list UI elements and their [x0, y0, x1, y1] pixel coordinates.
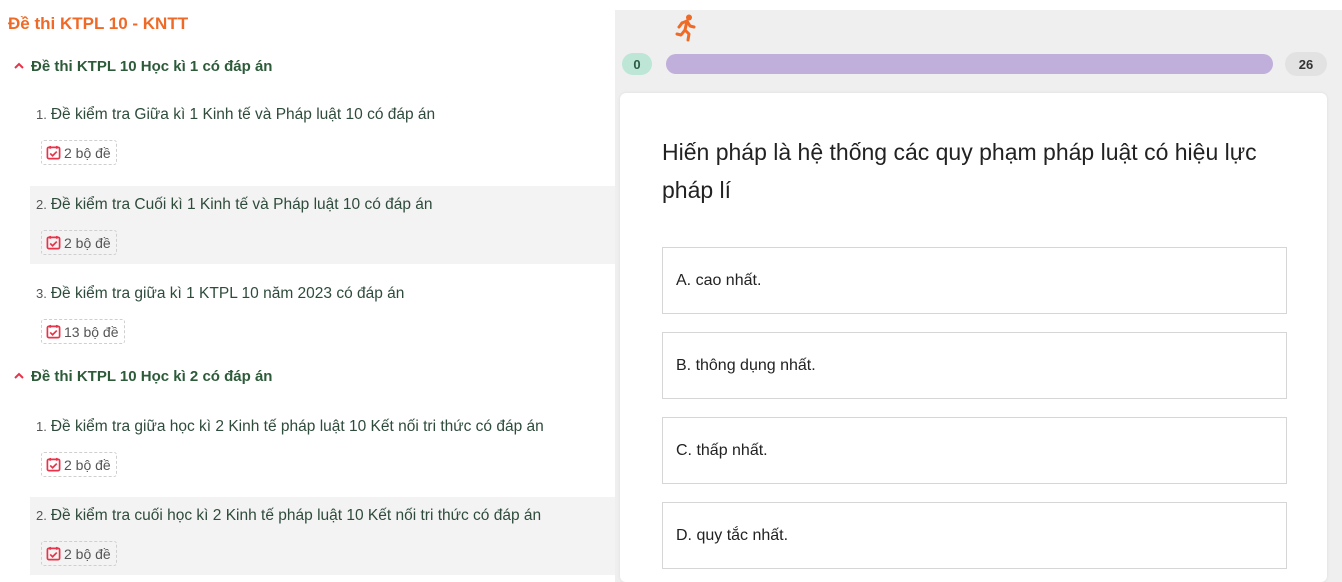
list-item: 3. Đề kiểm tra giữa kì 1 KTPL 10 năm 2023…: [30, 275, 615, 353]
chevron-up-icon: [14, 371, 26, 383]
count-badge: 13 bộ đề: [41, 319, 125, 344]
question-text: Hiến pháp là hệ thống các quy phạm pháp …: [662, 139, 1257, 203]
chevron-up-icon: [14, 61, 26, 73]
item-number: 1.: [36, 419, 47, 434]
badge-count: 2 bộ đề: [64, 456, 111, 473]
section-title: Đề thi KTPL 10 Học kì 1 có đáp án: [31, 58, 273, 75]
item-number: 1.: [36, 107, 47, 122]
section-header-hk1[interactable]: Đề thi KTPL 10 Học kì 1 có đáp án: [14, 58, 272, 75]
option-b[interactable]: B. thông dụng nhất.: [662, 332, 1287, 399]
question-card: Hiến pháp là hệ thống các quy phạm pháp …: [620, 93, 1327, 582]
item-number: 2.: [36, 508, 47, 523]
exam-link[interactable]: Đề kiểm tra Giữa kì 1 Kinh tế và Pháp lu…: [51, 106, 435, 123]
option-d[interactable]: D. quy tắc nhất.: [662, 502, 1287, 569]
progress-start-count: 0: [622, 53, 652, 75]
badge-count: 2 bộ đề: [64, 144, 111, 161]
count-badge: 2 bộ đề: [41, 541, 117, 566]
section-header-hk2[interactable]: Đề thi KTPL 10 Học kì 2 có đáp án: [14, 368, 272, 385]
list-item: 1. Đề kiểm tra Giữa kì 1 Kinh tế và Pháp …: [30, 96, 615, 174]
item-number: 3.: [36, 286, 47, 301]
progress-total-count: 26: [1285, 52, 1327, 76]
running-person-icon: [675, 14, 696, 42]
count-badge: 2 bộ đề: [41, 452, 117, 477]
option-c[interactable]: C. thấp nhất.: [662, 417, 1287, 484]
calendar-check-icon: [46, 324, 61, 339]
count-badge: 2 bộ đề: [41, 230, 117, 255]
calendar-check-icon: [46, 145, 61, 160]
item-number: 2.: [36, 197, 47, 212]
exam-link[interactable]: Đề kiểm tra giữa kì 1 KTPL 10 năm 2023 c…: [51, 285, 405, 302]
badge-count: 2 bộ đề: [64, 545, 111, 562]
badge-count: 13 bộ đề: [64, 323, 119, 340]
page-title: Đề thi KTPL 10 - KNTT: [8, 14, 189, 33]
quiz-panel: 0 26 Hiến pháp là hệ thống các quy phạm …: [615, 10, 1342, 582]
list-item: 1. Đề kiểm tra giữa học kì 2 Kinh tế pháp…: [30, 408, 615, 486]
section-title: Đề thi KTPL 10 Học kì 2 có đáp án: [31, 368, 273, 385]
badge-count: 2 bộ đề: [64, 234, 111, 251]
progress-bar: [666, 54, 1273, 74]
calendar-check-icon: [46, 235, 61, 250]
exam-link[interactable]: Đề kiểm tra cuối học kì 2 Kinh tế pháp l…: [51, 507, 541, 524]
count-badge: 2 bộ đề: [41, 140, 117, 165]
list-item: 2. Đề kiểm tra Cuối kì 1 Kinh tế và Pháp …: [30, 186, 615, 264]
option-a[interactable]: A. cao nhất.: [662, 247, 1287, 314]
list-item: 2. Đề kiểm tra cuối học kì 2 Kinh tế pháp…: [30, 497, 615, 575]
exam-link[interactable]: Đề kiểm tra Cuối kì 1 Kinh tế và Pháp lu…: [51, 196, 433, 213]
calendar-check-icon: [46, 457, 61, 472]
calendar-check-icon: [46, 546, 61, 561]
exam-list-panel: Đề thi KTPL 10 - KNTT Đề thi KTPL 10 Học…: [0, 0, 615, 582]
exam-link[interactable]: Đề kiểm tra giữa học kì 2 Kinh tế pháp l…: [51, 418, 544, 435]
